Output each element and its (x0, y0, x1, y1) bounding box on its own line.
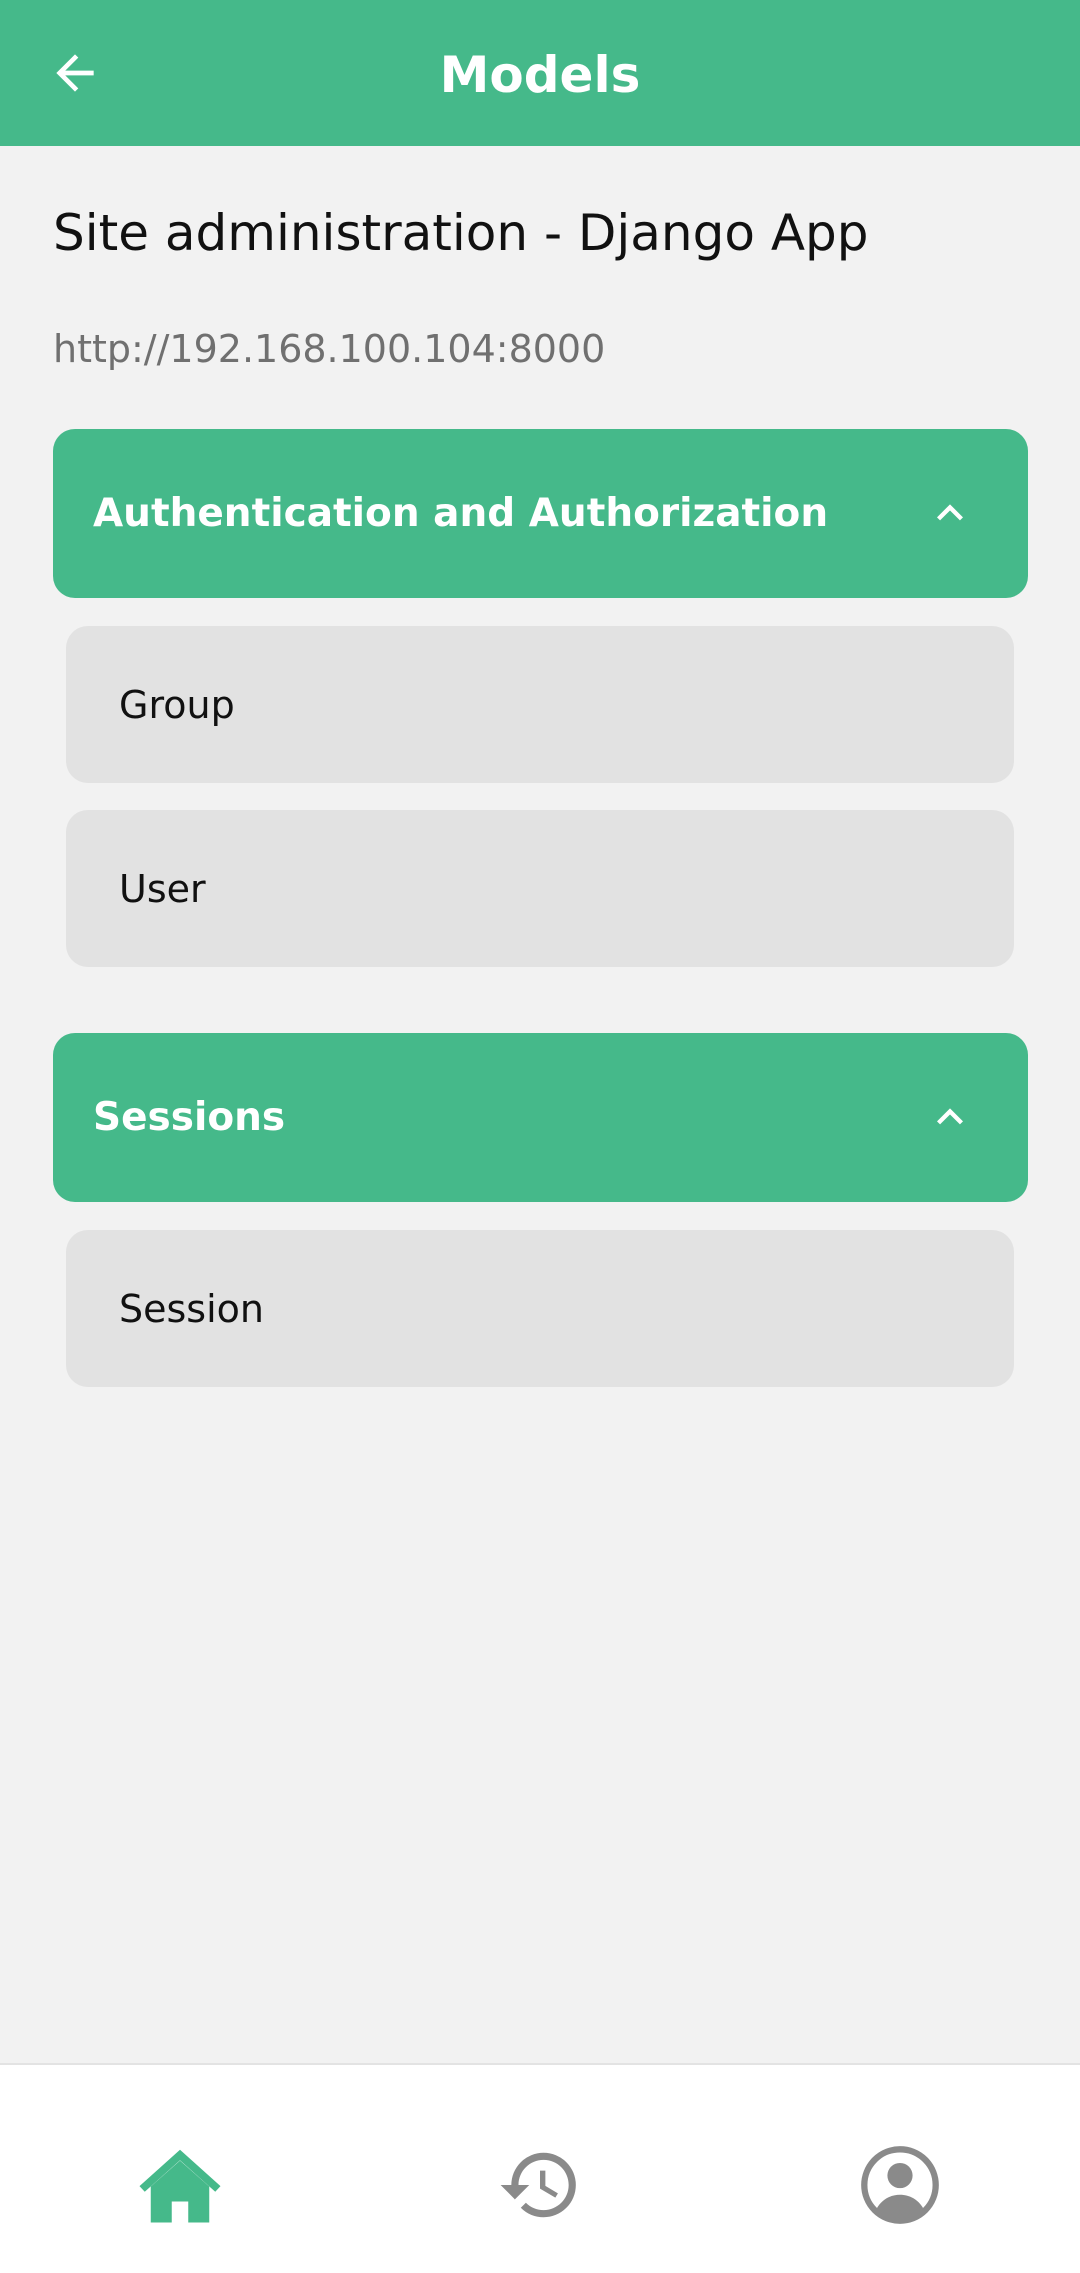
list-item-label: Session (119, 1287, 264, 1331)
site-url: http://192.168.100.104:8000 (53, 327, 606, 371)
top-app-bar: Models (0, 0, 1080, 146)
list-item-user[interactable]: User (66, 810, 1014, 967)
nav-history-button[interactable] (490, 2135, 590, 2235)
history-icon (500, 2152, 576, 2218)
list-item-label: Group (119, 683, 235, 727)
site-title: Site administration - Django App (53, 204, 869, 262)
section-header-sessions[interactable]: Sessions (53, 1033, 1028, 1202)
account-icon (861, 2146, 939, 2224)
home-icon (139, 2149, 221, 2223)
chevron-up-icon (920, 483, 980, 543)
page-title: Models (439, 46, 641, 104)
section-label: Authentication and Authorization (93, 491, 829, 536)
app-screen: Models Site administration - Django App … (0, 0, 1080, 2273)
list-item-session[interactable]: Session (66, 1230, 1014, 1387)
section-header-auth[interactable]: Authentication and Authorization (53, 429, 1028, 598)
section-label: Sessions (93, 1095, 286, 1140)
chevron-up-icon (920, 1087, 980, 1147)
list-item-group[interactable]: Group (66, 626, 1014, 783)
nav-home-button[interactable] (130, 2135, 230, 2235)
nav-account-button[interactable] (850, 2135, 950, 2235)
bottom-navigation (0, 2063, 1080, 2273)
list-item-label: User (119, 867, 206, 911)
